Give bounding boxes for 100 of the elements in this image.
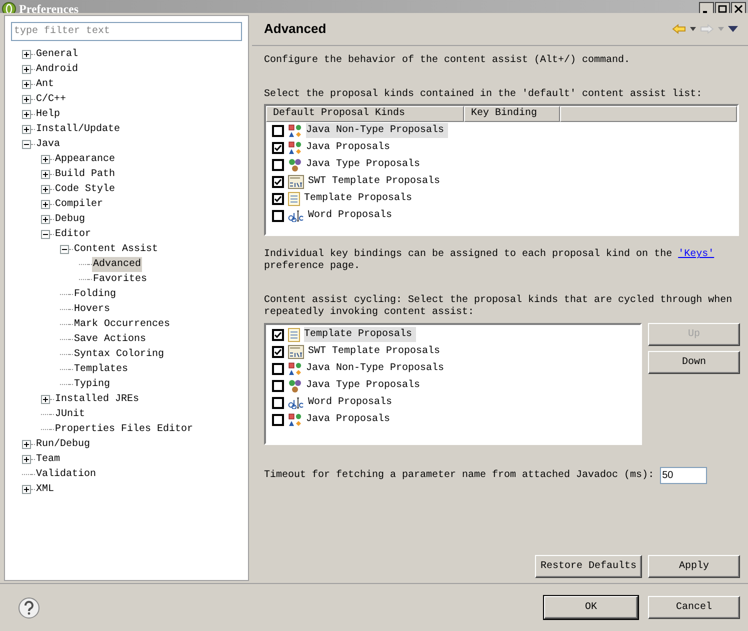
key-bindings-note: Individual key bindings can be assigned to each proposal kind on the 'Keys' preference page. bbox=[264, 249, 716, 273]
tree-item[interactable]: Editor bbox=[54, 227, 92, 242]
tree-item[interactable]: Run/Debug bbox=[35, 437, 92, 452]
tree-item[interactable]: Favorites bbox=[92, 272, 148, 287]
expand-icon[interactable] bbox=[41, 170, 50, 179]
proposal-label[interactable]: Java Type Proposals bbox=[306, 157, 424, 172]
text-cursor-icon bbox=[288, 210, 304, 222]
circles-icon bbox=[288, 378, 302, 392]
down-button[interactable]: Down bbox=[648, 351, 740, 374]
checkbox[interactable] bbox=[272, 414, 284, 426]
cancel-button[interactable]: Cancel bbox=[648, 596, 740, 619]
close-icon[interactable] bbox=[731, 2, 746, 13]
checkbox[interactable] bbox=[272, 176, 284, 188]
expand-icon[interactable] bbox=[41, 185, 50, 194]
keys-link[interactable]: 'Keys' bbox=[678, 249, 714, 260]
tree-item[interactable]: Code Style bbox=[54, 182, 116, 197]
proposal-label[interactable]: SWT Template Proposals bbox=[308, 174, 444, 189]
document-icon bbox=[288, 192, 300, 206]
checkbox[interactable] bbox=[272, 124, 284, 136]
tree-item[interactable]: Save Actions bbox=[73, 332, 148, 347]
checkbox[interactable] bbox=[272, 210, 284, 222]
expand-icon[interactable] bbox=[22, 455, 31, 464]
timeout-field[interactable]: 50 bbox=[660, 467, 708, 484]
proposal-label[interactable]: Word Proposals bbox=[308, 208, 396, 223]
tree-item[interactable]: Help bbox=[35, 107, 62, 122]
checkbox[interactable] bbox=[272, 142, 284, 154]
proposal-label[interactable]: Java Proposals bbox=[306, 140, 394, 155]
proposal-label[interactable]: Word Proposals bbox=[308, 395, 396, 410]
tree-item[interactable]: Content Assist bbox=[73, 242, 160, 257]
checkbox[interactable] bbox=[272, 158, 284, 170]
proposal-label[interactable]: Java Proposals bbox=[306, 412, 394, 427]
expand-icon[interactable] bbox=[22, 440, 31, 449]
tree-item[interactable]: Typing bbox=[73, 377, 112, 392]
expand-icon[interactable] bbox=[41, 155, 50, 164]
expand-icon[interactable] bbox=[41, 215, 50, 224]
tree-item[interactable]: JUnit bbox=[54, 407, 86, 422]
tree-item[interactable]: XML bbox=[35, 482, 56, 497]
tree-item[interactable]: Templates bbox=[73, 362, 130, 377]
proposal-label[interactable]: Java Non-Type Proposals bbox=[306, 361, 448, 376]
tree-item[interactable]: Appearance bbox=[54, 152, 116, 167]
checkbox[interactable] bbox=[272, 328, 284, 340]
tree-item[interactable]: Hovers bbox=[73, 302, 112, 317]
shapes-icon bbox=[288, 124, 302, 138]
checkbox[interactable] bbox=[272, 346, 284, 358]
minimize-icon[interactable] bbox=[699, 2, 714, 13]
expand-icon[interactable] bbox=[22, 95, 31, 104]
tree-item[interactable]: Compiler bbox=[54, 197, 104, 212]
section-label: Select the proposal kinds contained in the 'default' content assist list: bbox=[264, 89, 704, 101]
document-icon bbox=[288, 328, 300, 342]
tree-item[interactable]: C/C++ bbox=[35, 92, 68, 107]
tree-item[interactable]: Team bbox=[35, 452, 62, 467]
expand-icon[interactable] bbox=[41, 200, 50, 209]
page-title: Advanced bbox=[264, 20, 326, 38]
expand-icon[interactable] bbox=[22, 485, 31, 494]
tree-item[interactable]: Java bbox=[35, 137, 62, 152]
tree-item[interactable]: Validation bbox=[35, 467, 98, 482]
proposal-label[interactable]: Java Non-Type Proposals bbox=[306, 123, 448, 138]
collapse-icon[interactable] bbox=[22, 140, 31, 149]
section-label: Content assist cycling: Select the proposal kinds that are cycled through when repeatedly invoking content assist: bbox=[264, 295, 734, 319]
text-cursor-icon bbox=[288, 396, 304, 408]
view-menu-icon[interactable] bbox=[728, 26, 738, 32]
ok-button[interactable]: OK bbox=[544, 596, 638, 619]
expand-icon[interactable] bbox=[22, 50, 31, 59]
template-icon bbox=[288, 174, 304, 188]
collapse-icon[interactable] bbox=[41, 230, 50, 239]
checkbox[interactable] bbox=[272, 192, 284, 204]
expand-icon[interactable] bbox=[22, 125, 31, 134]
tree-item[interactable]: General bbox=[35, 47, 80, 62]
tree-item[interactable]: Folding bbox=[73, 287, 118, 302]
tree-item[interactable]: Install/Update bbox=[35, 122, 122, 137]
tree-item[interactable]: Mark Occurrences bbox=[73, 317, 172, 332]
checkbox[interactable] bbox=[272, 362, 284, 374]
expand-icon[interactable] bbox=[22, 110, 31, 119]
tree-item[interactable]: Properties Files Editor bbox=[54, 422, 194, 437]
checkbox[interactable] bbox=[272, 380, 284, 392]
proposal-label[interactable]: SWT Template Proposals bbox=[308, 344, 444, 359]
apply-button[interactable]: Apply bbox=[648, 555, 740, 578]
checkbox[interactable] bbox=[272, 396, 284, 408]
tree-item[interactable]: Ant bbox=[35, 77, 56, 92]
restore-defaults-button[interactable]: Restore Defaults bbox=[535, 555, 642, 578]
dropdown-icon[interactable] bbox=[690, 27, 696, 31]
app-icon bbox=[2, 2, 16, 13]
filter-field[interactable]: type filter text bbox=[11, 22, 242, 41]
column-header[interactable]: Default Proposal Kinds bbox=[266, 106, 464, 122]
tree-item[interactable]: Android bbox=[35, 62, 80, 77]
proposal-label[interactable]: Template Proposals bbox=[304, 191, 416, 206]
tree-item[interactable]: Debug bbox=[54, 212, 86, 227]
help-icon[interactable] bbox=[18, 596, 40, 618]
proposal-label[interactable]: Java Type Proposals bbox=[306, 378, 424, 393]
tree-item[interactable]: Advanced bbox=[92, 257, 142, 272]
expand-icon[interactable] bbox=[41, 395, 50, 404]
expand-icon[interactable] bbox=[22, 80, 31, 89]
column-header[interactable]: Key Binding bbox=[464, 106, 560, 122]
tree-item[interactable]: Build Path bbox=[54, 167, 116, 182]
tree-item[interactable]: Installed JREs bbox=[54, 392, 140, 407]
proposal-label[interactable]: Template Proposals bbox=[304, 327, 416, 342]
expand-icon[interactable] bbox=[22, 65, 31, 74]
tree-item[interactable]: Syntax Coloring bbox=[73, 347, 166, 362]
collapse-icon[interactable] bbox=[60, 245, 69, 254]
maximize-icon[interactable] bbox=[715, 2, 730, 13]
